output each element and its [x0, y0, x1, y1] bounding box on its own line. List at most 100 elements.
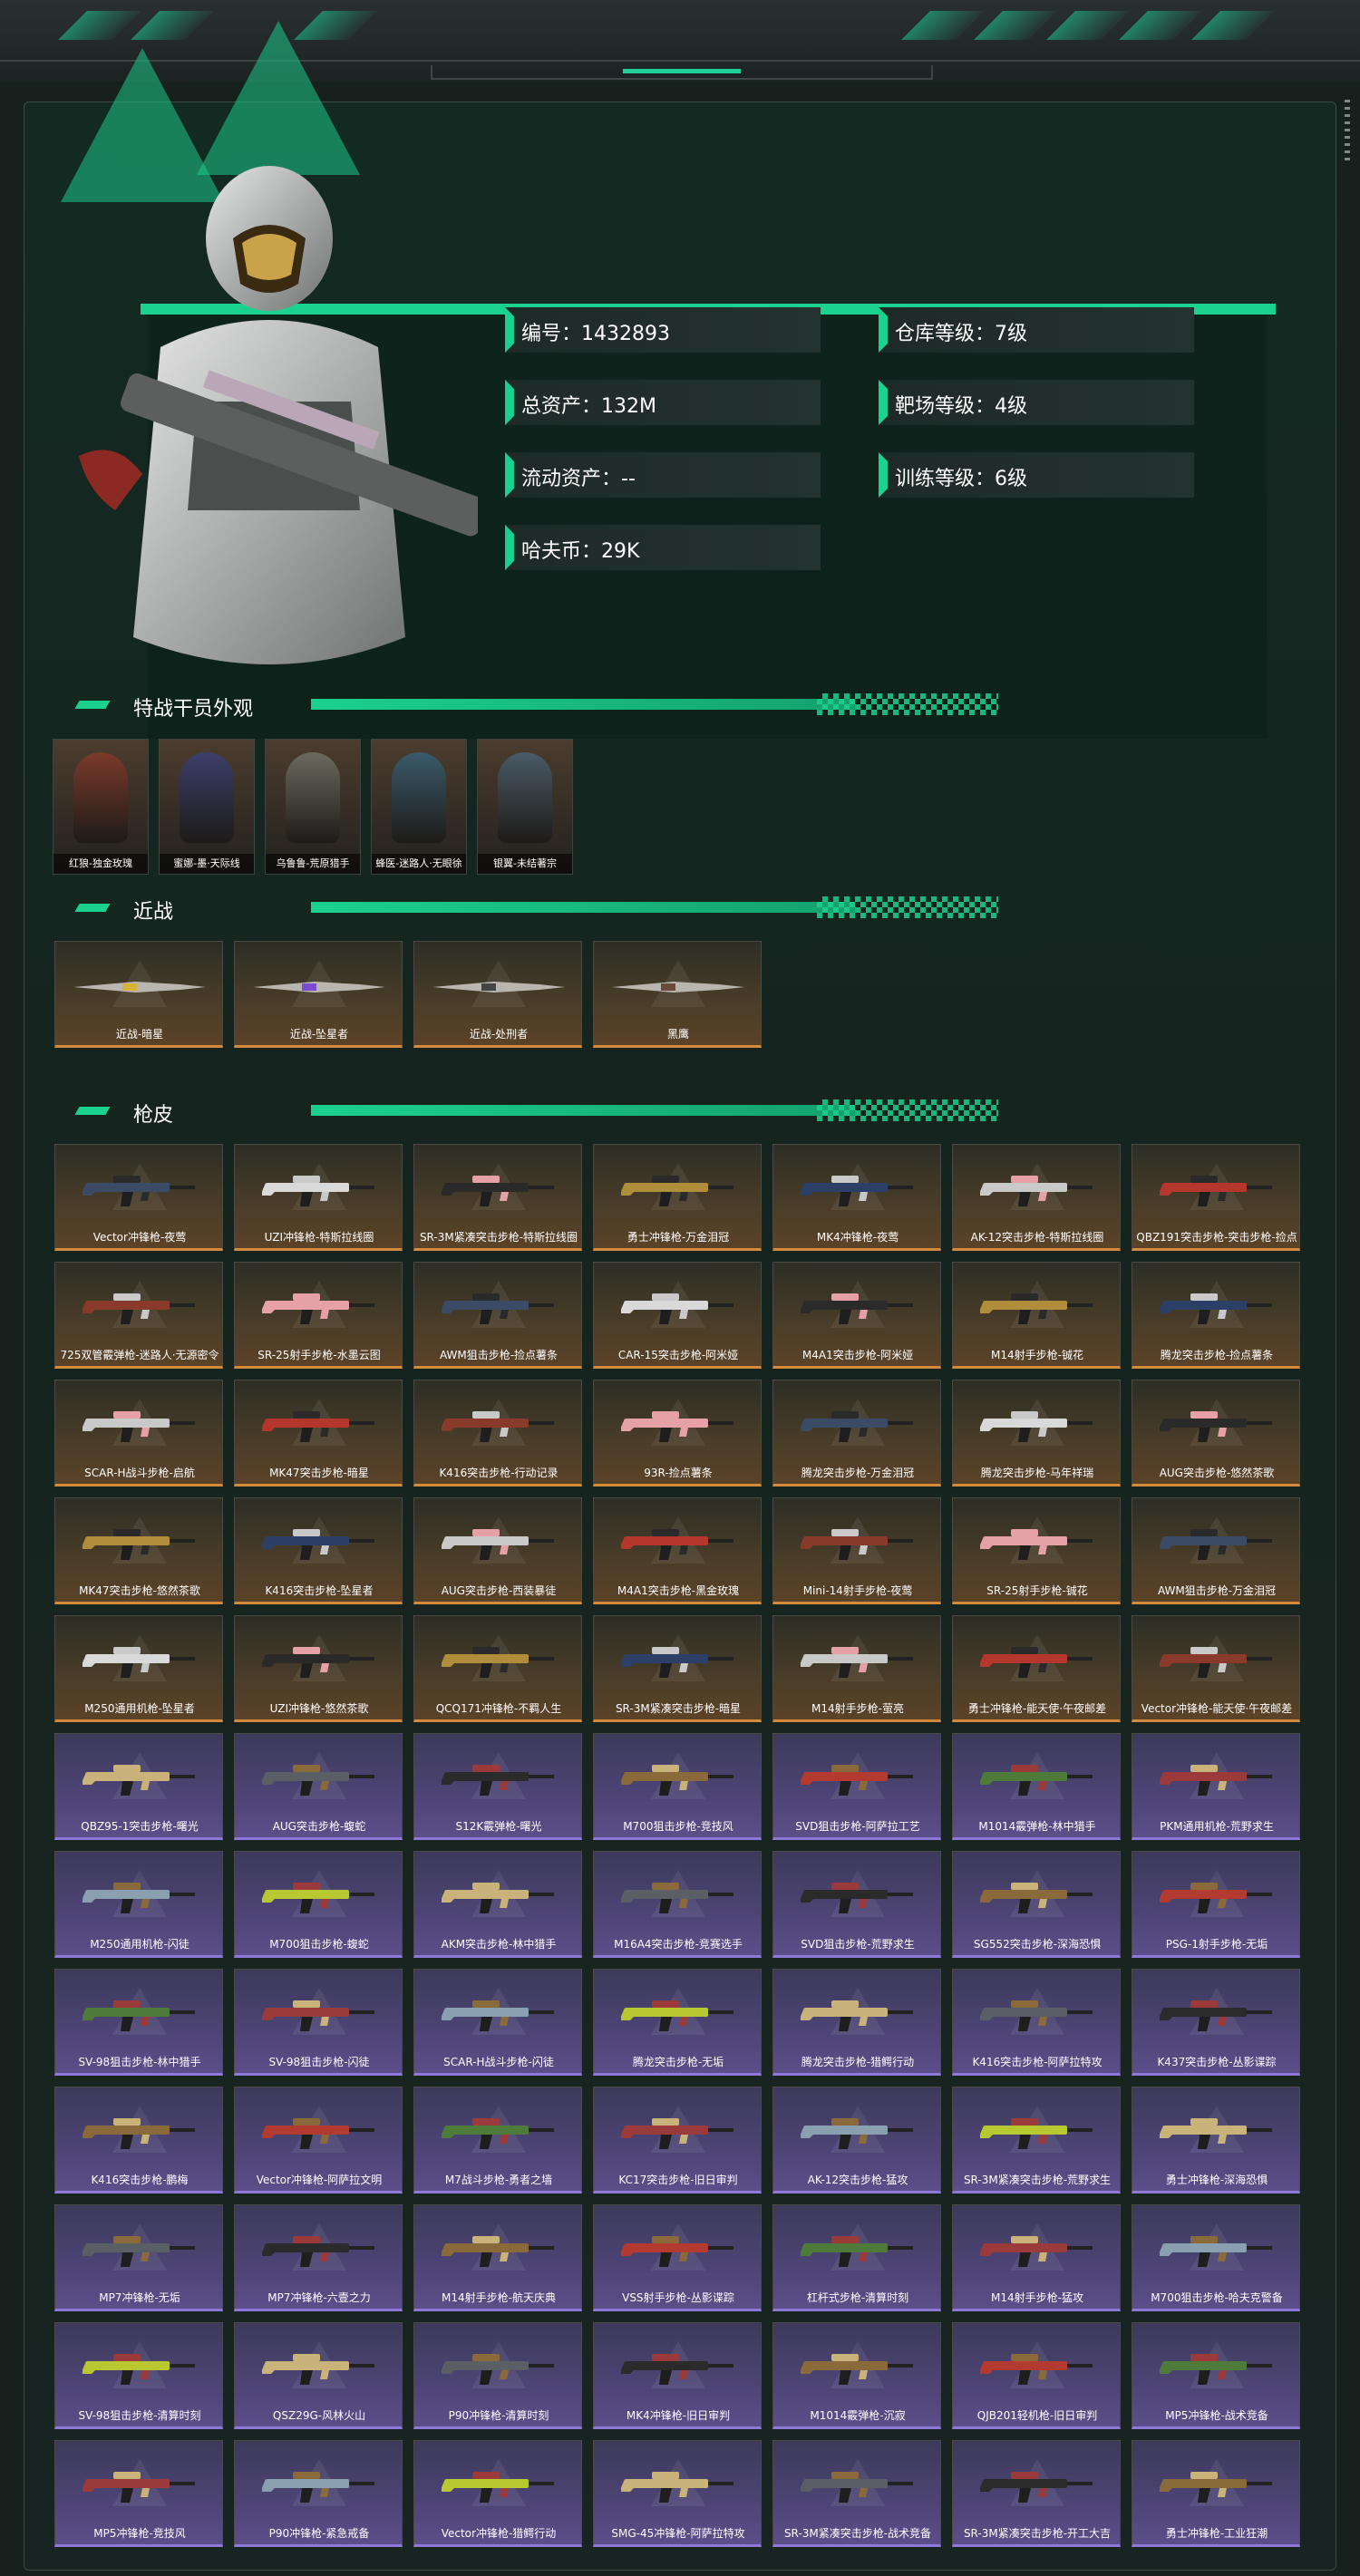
- rifle-icon: [1158, 1404, 1274, 1444]
- gun-skin-card[interactable]: SR-3M紧凑突击步枪-战术竞备: [772, 2440, 941, 2547]
- gun-skin-card[interactable]: Vector冲锋枪-能天使·午夜邮差: [1132, 1615, 1300, 1722]
- scrollbar[interactable]: [1345, 100, 1350, 165]
- melee-card[interactable]: 近战-暗星: [54, 941, 223, 1048]
- gun-skin-card[interactable]: PKM通用机枪-荒野求生: [1132, 1733, 1300, 1840]
- gun-skin-card[interactable]: QBZ95-1突击步枪-曙光: [54, 1733, 223, 1840]
- gun-skin-card[interactable]: QJB201轻机枪-旧日审判: [952, 2322, 1121, 2429]
- gun-skin-card[interactable]: 勇士冲锋枪-万金泪冠: [593, 1144, 762, 1251]
- gun-skin-card[interactable]: MP5冲锋枪-战术竞备: [1132, 2322, 1300, 2429]
- gun-skin-card[interactable]: MK4冲锋枪-夜莺: [772, 1144, 941, 1251]
- gun-skin-card[interactable]: Mini-14射手步枪-夜莺: [772, 1497, 941, 1604]
- gun-skin-card[interactable]: Vector冲锋枪-猎鳄行动: [413, 2440, 582, 2547]
- gun-skin-card[interactable]: SR-3M紧凑突击步枪-荒野求生: [952, 2087, 1121, 2193]
- gun-skin-card[interactable]: P90冲锋枪-紧急戒备: [234, 2440, 403, 2547]
- gun-skin-card[interactable]: AK-12突击步枪-猛攻: [772, 2087, 941, 2193]
- gun-skin-card[interactable]: SR-3M紧凑突击步枪-特斯拉线圈: [413, 1144, 582, 1251]
- gun-skin-card[interactable]: MK4冲锋枪-旧日审判: [593, 2322, 762, 2429]
- melee-card[interactable]: 黑鹰: [593, 941, 762, 1048]
- gun-skin-card[interactable]: K416突击步枪-鹏梅: [54, 2087, 223, 2193]
- gun-skin-card[interactable]: SG552突击步枪-深海恐惧: [952, 1851, 1121, 1958]
- gun-skin-card[interactable]: SR-25射手步枪-水墨云图: [234, 1262, 403, 1369]
- gun-skin-card[interactable]: M250通用机枪-坠星者: [54, 1615, 223, 1722]
- gun-skin-card[interactable]: QCQ171冲锋枪-不羁人生: [413, 1615, 582, 1722]
- rifle-icon: [81, 1522, 197, 1562]
- gun-skin-card[interactable]: AUG突击步枪-蝮蛇: [234, 1733, 403, 1840]
- gun-skin-card[interactable]: AK-12突击步枪-特斯拉线圈: [952, 1144, 1121, 1251]
- gun-skin-card[interactable]: K437突击步枪-丛影谍踪: [1132, 1969, 1300, 2076]
- gun-skin-card[interactable]: 腾龙突击步枪-捡点薯条: [1132, 1262, 1300, 1369]
- gun-skin-card[interactable]: 杠杆式步枪-清算时刻: [772, 2204, 941, 2311]
- gun-skin-card[interactable]: 93R-捡点薯条: [593, 1380, 762, 1487]
- gun-skin-card[interactable]: VSS射手步枪-丛影谍踪: [593, 2204, 762, 2311]
- gun-skin-card[interactable]: 腾龙突击步枪-万金泪冠: [772, 1380, 941, 1487]
- melee-card[interactable]: 近战-处刑者: [413, 941, 582, 1048]
- gun-skin-card[interactable]: M250通用机枪-闪徒: [54, 1851, 223, 1958]
- item-name: MP5冲锋枪-战术竞备: [1165, 2409, 1268, 2422]
- item-name: SR-3M紧凑突击步枪-战术竞备: [783, 2527, 932, 2540]
- gun-skin-card[interactable]: MP7冲锋枪-无垢: [54, 2204, 223, 2311]
- gun-skin-card[interactable]: SV-98狙击步枪-清算时刻: [54, 2322, 223, 2429]
- gun-skin-card[interactable]: AWM狙击步枪-捡点薯条: [413, 1262, 582, 1369]
- gun-skin-card[interactable]: 725双管霰弹枪-迷路人·无源密令: [54, 1262, 223, 1369]
- gun-skin-card[interactable]: 勇士冲锋枪-工业狂潮: [1132, 2440, 1300, 2547]
- operator-card[interactable]: 乌鲁鲁-荒原猎手: [265, 739, 361, 875]
- gun-skin-card[interactable]: MP7冲锋枪-六壹之力: [234, 2204, 403, 2311]
- gun-skin-card[interactable]: M4A1突击步枪-黑金玫瑰: [593, 1497, 762, 1604]
- gun-skin-card[interactable]: SR-3M紧凑突击步枪-开工大吉: [952, 2440, 1121, 2547]
- gun-skin-card[interactable]: MP5冲锋枪-竞技风: [54, 2440, 223, 2547]
- gun-skin-card[interactable]: 腾龙突击步枪-马年祥瑞: [952, 1380, 1121, 1487]
- gun-skin-card[interactable]: M700狙击步枪-竞技风: [593, 1733, 762, 1840]
- gun-skin-card[interactable]: 勇士冲锋枪-能天使·午夜邮差: [952, 1615, 1121, 1722]
- gun-skin-card[interactable]: M14射手步枪-铖花: [952, 1262, 1121, 1369]
- gun-skin-card[interactable]: MK47突击步枪-悠然茶歌: [54, 1497, 223, 1604]
- gun-skin-card[interactable]: AWM狙击步枪-万金泪冠: [1132, 1497, 1300, 1604]
- gun-skin-card[interactable]: M1014霰弹枪-林中猎手: [952, 1733, 1121, 1840]
- gun-skin-card[interactable]: M700狙击步枪-蝮蛇: [234, 1851, 403, 1958]
- gun-skin-card[interactable]: UZI冲锋枪-悠然茶歌: [234, 1615, 403, 1722]
- gun-skin-card[interactable]: SV-98狙击步枪-林中猎手: [54, 1969, 223, 2076]
- gun-skin-card[interactable]: UZI冲锋枪-特斯拉线圈: [234, 1144, 403, 1251]
- gun-skin-card[interactable]: M16A4突击步枪-竞赛选手: [593, 1851, 762, 1958]
- gun-skin-card[interactable]: M14射手步枪-航天庆典: [413, 2204, 582, 2311]
- gun-skin-card[interactable]: M14射手步枪-猛攻: [952, 2204, 1121, 2311]
- gun-skin-card[interactable]: KC17突击步枪-旧日审判: [593, 2087, 762, 2193]
- gun-skin-card[interactable]: 腾龙突击步枪-无垢: [593, 1969, 762, 2076]
- operator-name: 蜜娜-墨·天际线: [160, 854, 254, 874]
- gun-skin-card[interactable]: SCAR-H战斗步枪-闪徒: [413, 1969, 582, 2076]
- gun-skin-card[interactable]: M7战斗步枪-勇者之墙: [413, 2087, 582, 2193]
- gun-skin-card[interactable]: QSZ29G-风林火山: [234, 2322, 403, 2429]
- gun-skin-card[interactable]: AUG突击步枪-悠然茶歌: [1132, 1380, 1300, 1487]
- gun-skin-card[interactable]: SVD狙击步枪-荒野求生: [772, 1851, 941, 1958]
- gun-skin-card[interactable]: M4A1突击步枪-阿米娅: [772, 1262, 941, 1369]
- gun-skin-card[interactable]: P90冲锋枪-清算时刻: [413, 2322, 582, 2429]
- operator-card[interactable]: 蜜娜-墨·天际线: [159, 739, 255, 875]
- gun-skin-card[interactable]: K416突击步枪-坠星者: [234, 1497, 403, 1604]
- gun-skin-card[interactable]: AKM突击步枪-林中猎手: [413, 1851, 582, 1958]
- gun-skin-card[interactable]: MK47突击步枪-暗星: [234, 1380, 403, 1487]
- gun-skin-card[interactable]: 腾龙突击步枪-猎鳄行动: [772, 1969, 941, 2076]
- gun-skin-card[interactable]: M14射手步枪-萤亮: [772, 1615, 941, 1722]
- operator-card[interactable]: 银翼-未结著宗: [477, 739, 573, 875]
- operator-card[interactable]: 红狼-独金玫瑰: [53, 739, 149, 875]
- gun-skin-card[interactable]: M700狙击步枪-哈夫克警备: [1132, 2204, 1300, 2311]
- gun-skin-card[interactable]: CAR-15突击步枪-阿米娅: [593, 1262, 762, 1369]
- melee-card[interactable]: 近战-坠星者: [234, 941, 403, 1048]
- gun-skin-card[interactable]: Vector冲锋枪-阿萨拉文明: [234, 2087, 403, 2193]
- gun-skin-card[interactable]: K416突击步枪-阿萨拉特攻: [952, 1969, 1121, 2076]
- gun-skin-card[interactable]: SCAR-H战斗步枪-启航: [54, 1380, 223, 1487]
- gun-skin-card[interactable]: QBZ191突击步枪-突击步枪-捡点: [1132, 1144, 1300, 1251]
- rifle-icon: [260, 1168, 376, 1208]
- gun-skin-card[interactable]: AUG突击步枪-西装暴徒: [413, 1497, 582, 1604]
- gun-skin-card[interactable]: SR-3M紧凑突击步枪-暗星: [593, 1615, 762, 1722]
- gun-skin-card[interactable]: Vector冲锋枪-夜莺: [54, 1144, 223, 1251]
- gun-skin-card[interactable]: SVD狙击步枪-阿萨拉工艺: [772, 1733, 941, 1840]
- gun-skin-card[interactable]: SR-25射手步枪-铖花: [952, 1497, 1121, 1604]
- gun-skin-card[interactable]: S12K霰弹枪-曙光: [413, 1733, 582, 1840]
- gun-skin-card[interactable]: K416突击步枪-行动记录: [413, 1380, 582, 1487]
- gun-skin-card[interactable]: SMG-45冲锋枪-阿萨拉特攻: [593, 2440, 762, 2547]
- gun-skin-card[interactable]: SV-98狙击步枪-闪徒: [234, 1969, 403, 2076]
- gun-skin-card[interactable]: 勇士冲锋枪-深海恐惧: [1132, 2087, 1300, 2193]
- gun-skin-card[interactable]: M1014霰弹枪-沉寂: [772, 2322, 941, 2429]
- gun-skin-card[interactable]: PSG-1射手步枪-无垢: [1132, 1851, 1300, 1958]
- operator-card[interactable]: 蜂医-迷路人·无眼徐: [371, 739, 467, 875]
